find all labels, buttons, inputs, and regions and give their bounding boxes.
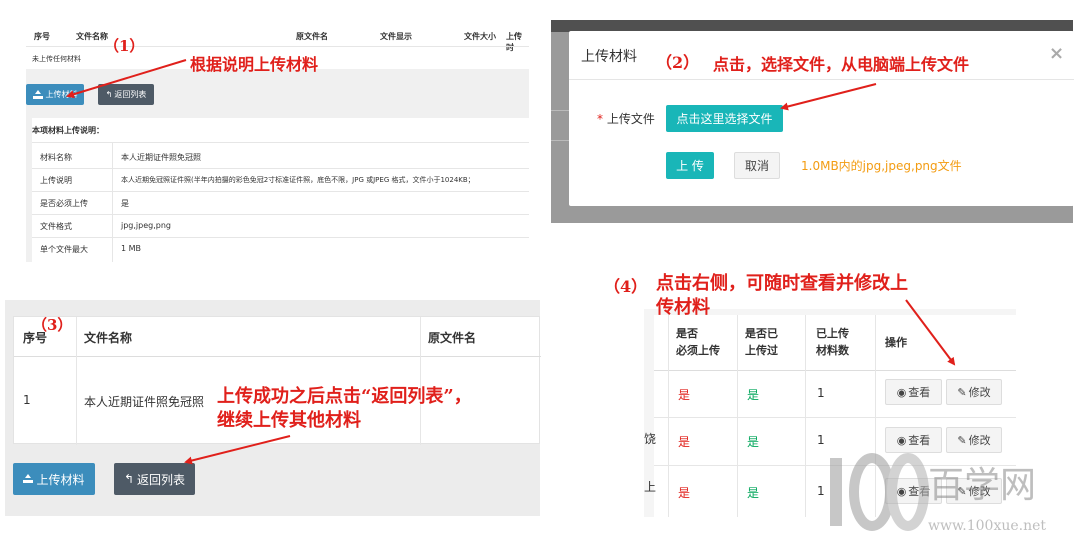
col-header-actions: 操作 xyxy=(885,336,907,349)
col-header-count: 已上传 材料数 xyxy=(816,327,849,357)
modal-title: 上传材料 xyxy=(581,49,637,65)
back-to-list-button[interactable]: ↰ 返回列表 xyxy=(98,84,154,105)
row-value: jpg,jpeg,png xyxy=(121,221,171,230)
required-value: 是 xyxy=(678,388,691,402)
annotation-2-text: 点击，选择文件，从电脑端上传文件 xyxy=(713,55,970,74)
upload-icon xyxy=(23,474,34,484)
choose-file-button[interactable]: 点击这里选择文件 xyxy=(666,105,783,132)
instructions-box: 本项材料上传说明： 材料名称 本人近期证件照免冠照 上传说明 本人近期免冠照证件… xyxy=(32,118,529,262)
back-to-list-button-2[interactable]: ↰ 返回列表 xyxy=(114,463,195,495)
upload-material-button[interactable]: 上传材料 xyxy=(26,84,84,105)
row-label: 单个文件最大 xyxy=(40,245,88,254)
col-header-original-name: 原文件名 xyxy=(428,331,477,345)
view-button[interactable]: ◉ 查看 xyxy=(885,379,942,405)
pencil-icon: ✎ xyxy=(957,385,967,399)
col-header-original-name: 原文件名 xyxy=(296,32,328,41)
col-header-required: 是否 必须上传 xyxy=(676,327,720,357)
reply-icon: ↰ xyxy=(123,472,135,486)
col-header-size: 文件大小 xyxy=(464,32,496,41)
annotation-1-text: 根据说明上传材料 xyxy=(190,55,319,74)
empty-list-text: 未上传任何材料 xyxy=(32,55,81,63)
reply-icon: ↰ xyxy=(105,90,113,99)
uploaded-value: 是 xyxy=(747,486,760,500)
row-value: 1 MB xyxy=(121,244,142,253)
cut-text-fragment: 上 xyxy=(644,480,657,494)
watermark-brand: 百学网 xyxy=(928,465,1037,506)
row-value: 本人近期免冠照证件照(半年内拍摄的彩色免冠2寸标准证件照，底色不限，JPG 或J… xyxy=(121,176,475,184)
eye-icon: ◉ xyxy=(896,385,907,399)
uploaded-value: 是 xyxy=(747,435,760,449)
col-header-upload-time: 上传时 xyxy=(506,32,522,52)
upload-icon xyxy=(32,89,43,100)
upload-material-button-2[interactable]: 上传材料 xyxy=(13,463,95,495)
row-label: 是否必须上传 xyxy=(40,199,88,208)
col-header-display: 文件显示 xyxy=(380,32,412,41)
row-label: 上传说明 xyxy=(40,176,72,185)
row-label: 文件格式 xyxy=(40,222,72,231)
section-title: 本项材料上传说明： xyxy=(32,126,104,135)
annotation-3-line2: 继续上传其他材料 xyxy=(217,410,361,431)
col-header-filename: 文件名称 xyxy=(84,331,133,345)
annotation-3-line1: 上传成功之后点击“返回列表”， xyxy=(217,386,472,407)
required-value: 是 xyxy=(121,199,129,208)
required-value: 是 xyxy=(678,435,691,449)
edit-button[interactable]: ✎ 修改 xyxy=(946,379,1002,405)
watermark-url: www.100xue.net xyxy=(928,518,1047,534)
annotation-2-number: （2） xyxy=(656,53,700,72)
100-logo-icon xyxy=(830,453,929,531)
required-value: 是 xyxy=(678,486,691,500)
row-label: 材料名称 xyxy=(40,153,72,162)
close-icon[interactable]: × xyxy=(1049,43,1064,64)
row-value: 本人近期证件照免冠照 xyxy=(121,153,201,162)
col-header-index: 序号 xyxy=(34,32,50,41)
annotation-1-number: （1） xyxy=(104,37,145,55)
cancel-button[interactable]: 取消 xyxy=(734,152,780,179)
annotation-4-number: （4） xyxy=(604,277,648,296)
uploaded-value: 是 xyxy=(747,388,760,402)
annotation-4-line1: 点击右侧，可随时查看并修改上 xyxy=(656,273,908,294)
cut-text-fragment: 饶 xyxy=(644,432,657,446)
row-index: 1 xyxy=(23,393,31,407)
watermark: 百学网 www.100xue.net xyxy=(820,438,1070,546)
file-hint: 1.0MB内的jpg,jpeg,png文件 xyxy=(801,159,962,173)
count-value: 1 xyxy=(817,386,825,400)
file-field-label: * 上传文件 xyxy=(597,112,655,126)
col-header-uploaded: 是否已 上传过 xyxy=(745,327,778,357)
annotation-4-line2: 传材料 xyxy=(656,297,710,318)
row-filename: 本人近期证件照免冠照 xyxy=(84,395,205,409)
upload-button[interactable]: 上 传 xyxy=(666,152,714,179)
annotation-3-number: （3） xyxy=(32,316,73,334)
